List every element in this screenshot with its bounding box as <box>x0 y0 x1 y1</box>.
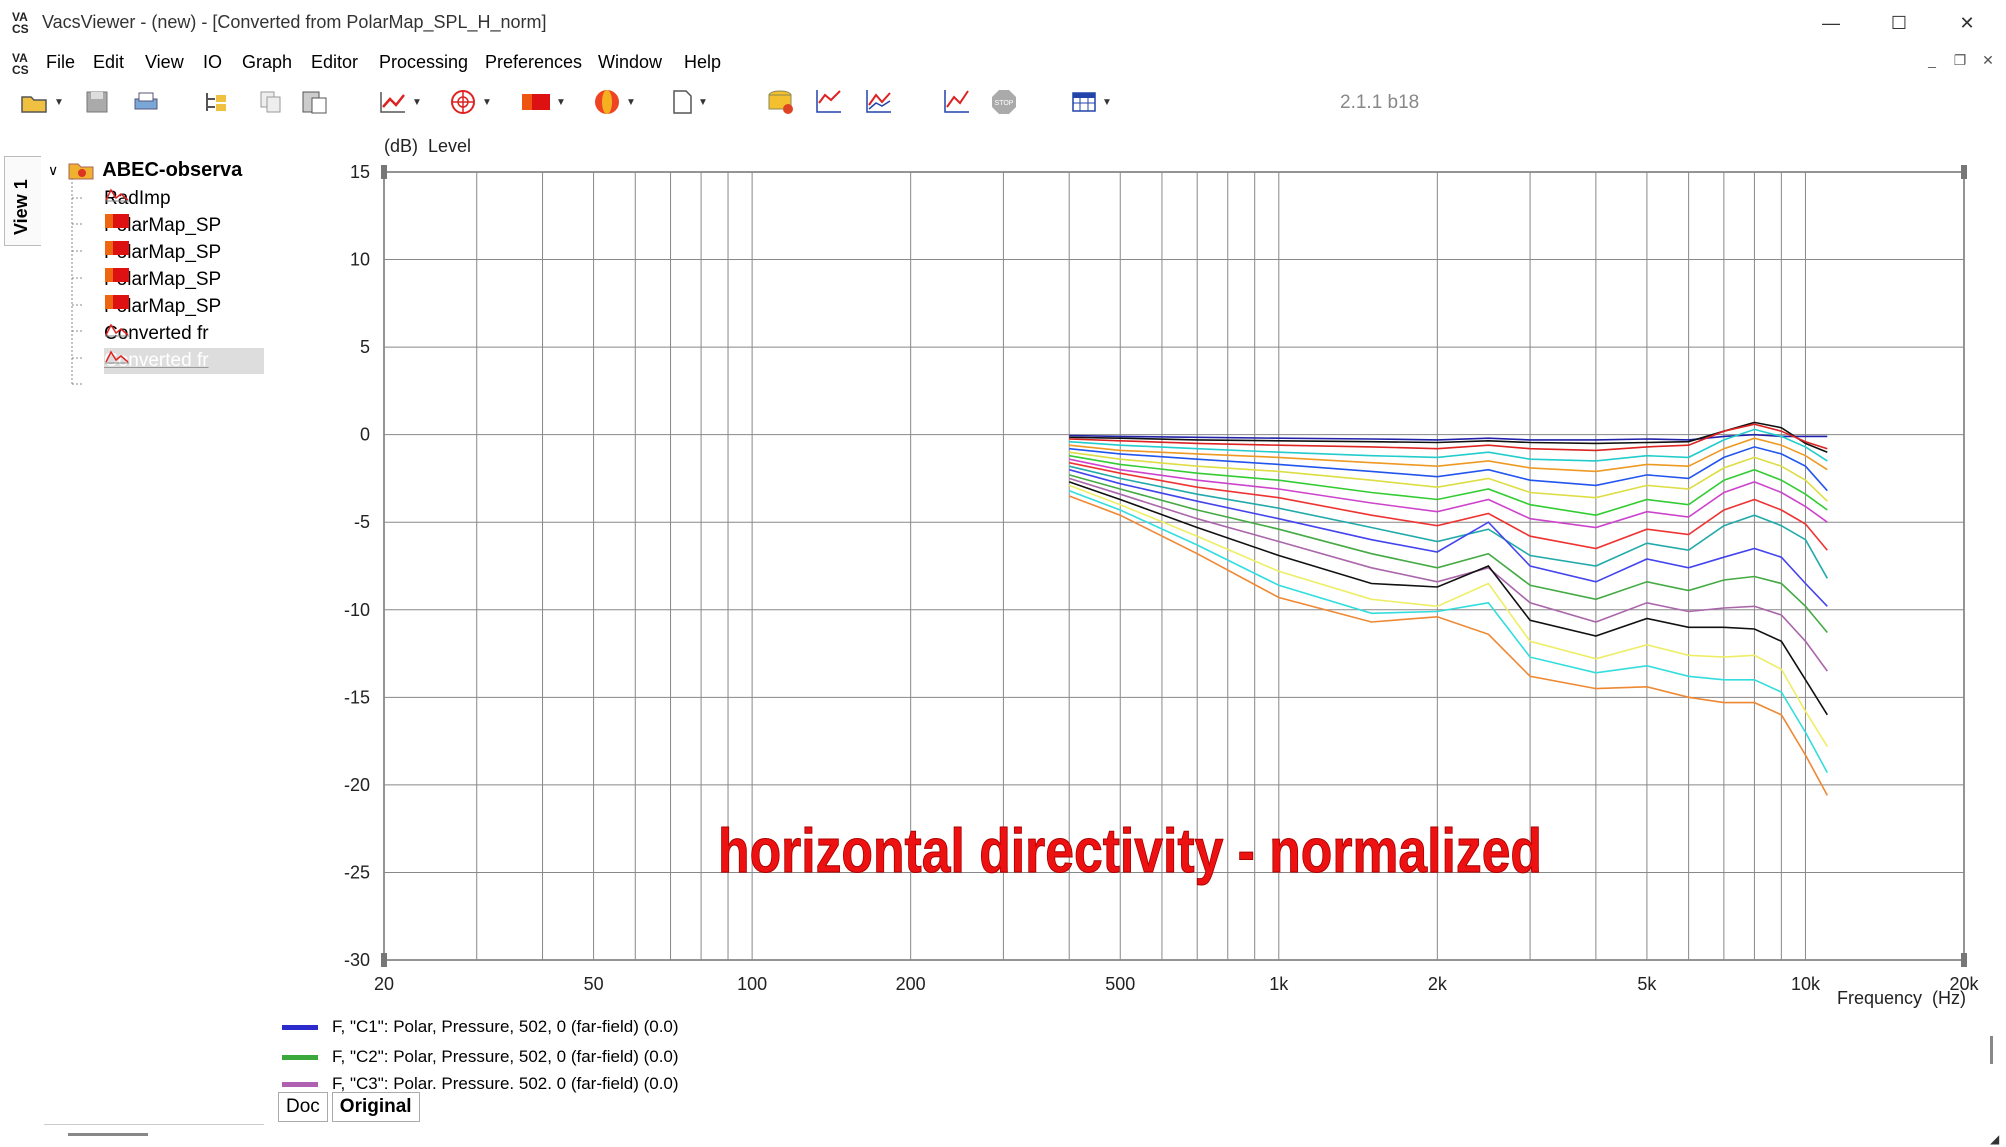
x-tick-label: 2k <box>1428 974 1448 994</box>
axis-corner-marker <box>381 165 387 179</box>
bottom-tab-bar: Doc Original <box>278 1092 424 1122</box>
legend-swatch <box>282 1054 318 1060</box>
y-tick-label: -20 <box>344 775 370 795</box>
x-tick-label: 50 <box>584 974 604 994</box>
legend-swatch <box>282 1024 318 1030</box>
resize-grip-icon[interactable]: ◢ <box>1990 1132 1999 1146</box>
frequency-response-chart: (dB) Level Frequency (Hz) 151050-5-10-15… <box>344 136 1980 1008</box>
y-tick-label: 5 <box>360 337 370 357</box>
legend-vertical-scrollbar[interactable] <box>1990 1036 1993 1064</box>
axis-corner-marker <box>381 953 387 967</box>
tab-original[interactable]: Original <box>331 1092 420 1122</box>
tree-bottom-divider <box>44 1124 264 1125</box>
x-tick-label: 20k <box>1949 974 1979 994</box>
y-tick-label: 15 <box>350 162 370 182</box>
x-tick-label: 1k <box>1269 974 1289 994</box>
y-axis-label: (dB) Level <box>384 136 471 156</box>
x-tick-label: 200 <box>896 974 926 994</box>
chart-annotation: horizontal directivity - normalized <box>718 817 1542 886</box>
legend-item-c1[interactable]: F, "C1": Polar, Pressure, 502, 0 (far-fi… <box>282 1014 679 1040</box>
y-tick-label: 10 <box>350 250 370 270</box>
x-axis-label: Frequency (Hz) <box>1837 988 1966 1008</box>
legend-item-c2[interactable]: F, "C2": Polar, Pressure, 502, 0 (far-fi… <box>282 1044 679 1070</box>
y-tick-label: -10 <box>344 600 370 620</box>
y-tick-label: -25 <box>344 862 370 882</box>
y-tick-label: -30 <box>344 950 370 970</box>
x-tick-label: 500 <box>1105 974 1135 994</box>
x-tick-label: 20 <box>374 974 394 994</box>
y-tick-label: -15 <box>344 687 370 707</box>
tree-horizontal-scrollbar[interactable] <box>68 1133 148 1136</box>
legend-item-c3[interactable]: F, "C3": Polar. Pressure. 502. 0 (far-fi… <box>282 1074 679 1094</box>
y-tick-label: 0 <box>360 425 370 445</box>
x-tick-label: 5k <box>1637 974 1657 994</box>
x-tick-label: 10k <box>1791 974 1821 994</box>
axis-corner-marker <box>1961 953 1967 967</box>
x-tick-label: 100 <box>737 974 767 994</box>
y-tick-label: -5 <box>354 512 370 532</box>
legend-swatch <box>282 1081 318 1087</box>
tab-doc[interactable]: Doc <box>278 1092 328 1122</box>
axis-corner-marker <box>1961 165 1967 179</box>
